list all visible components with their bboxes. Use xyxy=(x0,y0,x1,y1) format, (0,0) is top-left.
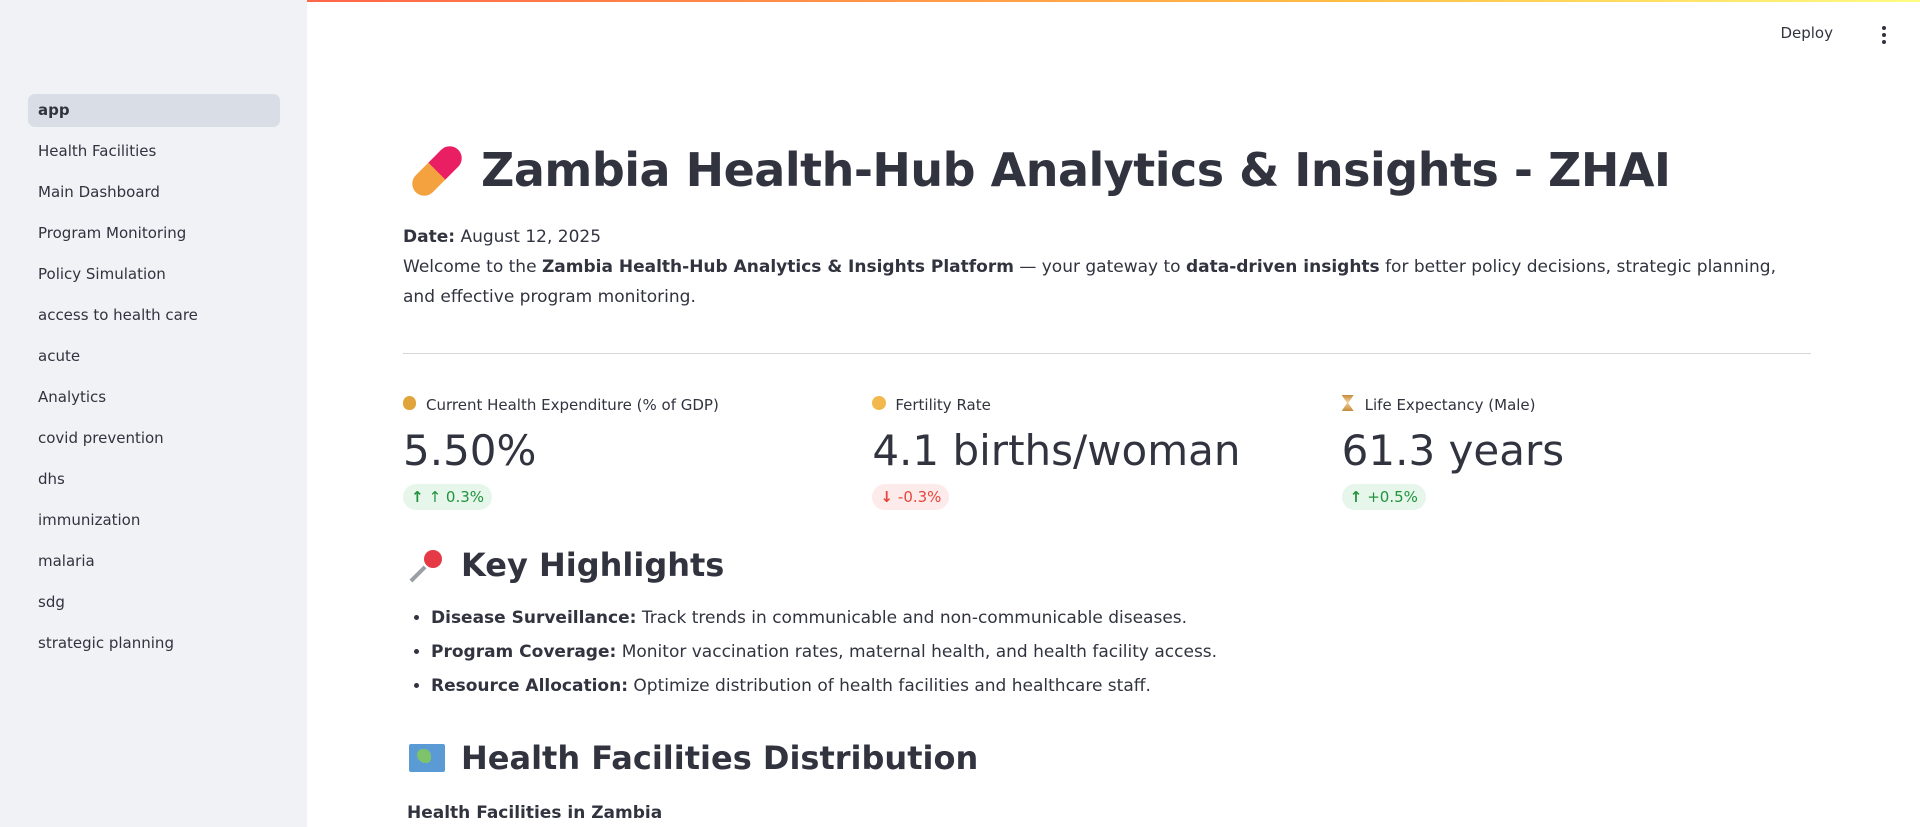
list-item-label: Disease Surveillance: xyxy=(431,608,637,628)
metric-fertility-rate: Fertility Rate 4.1 births/woman ↓ -0.3% xyxy=(872,394,1341,510)
sidebar-item-strategic-planning[interactable]: strategic planning xyxy=(28,627,280,660)
page-title-text: Zambia Health-Hub Analytics & Insights -… xyxy=(481,143,1671,197)
metric-life-expectancy: Life Expectancy (Male) 61.3 years ↑ +0.5… xyxy=(1341,394,1811,510)
pushpin-icon xyxy=(407,548,447,582)
divider xyxy=(403,353,1811,354)
list-item: Resource Allocation: Optimize distributi… xyxy=(431,673,1811,699)
list-item-text: Track trends in communicable and non-com… xyxy=(636,608,1188,628)
metric-delta: ↑ ↑ 0.3% xyxy=(403,484,493,510)
health-facilities-title: Health Facilities Distribution xyxy=(461,739,979,777)
deploy-button[interactable]: Deploy xyxy=(1780,24,1833,42)
metric-value: 4.1 births/woman xyxy=(872,426,1241,475)
date-label: Date: xyxy=(403,227,456,247)
metric-label-text: Life Expectancy (Male) xyxy=(1364,396,1536,414)
sidebar: app Health Facilities Main Dashboard Pro… xyxy=(0,0,307,827)
welcome-text-2: — your gateway to xyxy=(1013,257,1186,277)
sidebar-item-app[interactable]: app xyxy=(28,94,280,127)
hourglass-icon xyxy=(1341,395,1357,415)
sidebar-item-analytics[interactable]: Analytics xyxy=(28,381,280,414)
sidebar-item-health-facilities[interactable]: Health Facilities xyxy=(28,135,280,168)
sidebar-item-acute[interactable]: acute xyxy=(28,340,280,373)
list-item-text: Optimize distribution of health faciliti… xyxy=(628,676,1151,696)
metric-label-text: Current Health Expenditure (% of GDP) xyxy=(426,396,719,414)
sidebar-item-covid-prevention[interactable]: covid prevention xyxy=(28,422,280,455)
sidebar-item-dhs[interactable]: dhs xyxy=(28,463,280,496)
metric-label-text: Fertility Rate xyxy=(895,396,991,414)
metric-delta: ↑ +0.5% xyxy=(1341,484,1426,510)
sidebar-item-main-dashboard[interactable]: Main Dashboard xyxy=(28,176,280,209)
money-bag-icon xyxy=(403,396,418,414)
main-content: Zambia Health-Hub Analytics & Insights -… xyxy=(403,130,1811,823)
list-item-label: Program Coverage: xyxy=(431,642,617,662)
sidebar-item-program-monitoring[interactable]: Program Monitoring xyxy=(28,217,280,250)
baby-icon xyxy=(872,396,887,414)
arrow-down-icon: ↓ xyxy=(880,488,893,506)
sidebar-item-malaria[interactable]: malaria xyxy=(28,545,280,578)
metric-health-expenditure: Current Health Expenditure (% of GDP) 5.… xyxy=(403,394,872,510)
metrics-row: Current Health Expenditure (% of GDP) 5.… xyxy=(403,394,1811,510)
metric-label: Fertility Rate xyxy=(872,394,1341,416)
facilities-subheading: Health Facilities in Zambia xyxy=(407,803,663,823)
sidebar-nav: app Health Facilities Main Dashboard Pro… xyxy=(28,94,280,668)
arrow-up-icon: ↑ xyxy=(1349,488,1363,506)
metric-delta: ↓ -0.3% xyxy=(872,484,950,510)
health-facilities-heading: Health Facilities Distribution xyxy=(407,736,1811,780)
platform-name: Zambia Health-Hub Analytics & Insights P… xyxy=(541,257,1014,277)
metric-value: 5.50% xyxy=(403,426,537,475)
highlights-list: Disease Surveillance: Track trends in co… xyxy=(403,605,1811,699)
sidebar-item-policy-simulation[interactable]: Policy Simulation xyxy=(28,258,280,291)
key-highlights-heading: Key Highlights xyxy=(407,543,1811,587)
date-line: Date: August 12, 2025 xyxy=(403,222,1811,252)
world-map-icon xyxy=(407,744,447,772)
welcome-text-1: Welcome to the xyxy=(403,257,542,277)
metric-label: Life Expectancy (Male) xyxy=(1341,394,1811,416)
list-item-text: Monitor vaccination rates, maternal heal… xyxy=(616,642,1218,662)
metric-delta-text: -0.3% xyxy=(897,488,942,506)
metric-value: 61.3 years xyxy=(1341,426,1565,475)
date-value: August 12, 2025 xyxy=(460,227,602,247)
more-vertical-icon[interactable] xyxy=(1881,25,1887,45)
pill-icon xyxy=(403,142,459,198)
welcome-paragraph: Welcome to the Zambia Health-Hub Analyti… xyxy=(403,252,1811,312)
list-item: Program Coverage: Monitor vaccination ra… xyxy=(431,639,1811,665)
sidebar-item-sdg[interactable]: sdg xyxy=(28,586,280,619)
list-item-label: Resource Allocation: xyxy=(431,676,629,696)
metric-delta-text: +0.5% xyxy=(1367,488,1418,506)
metric-label: Current Health Expenditure (% of GDP) xyxy=(403,394,872,416)
insights-phrase: data-driven insights xyxy=(1185,257,1380,277)
arrow-up-icon: ↑ xyxy=(411,488,424,506)
page-title: Zambia Health-Hub Analytics & Insights -… xyxy=(403,130,1811,210)
key-highlights-title: Key Highlights xyxy=(461,546,725,584)
list-item: Disease Surveillance: Track trends in co… xyxy=(431,605,1811,631)
sidebar-item-immunization[interactable]: immunization xyxy=(28,504,280,537)
metric-delta-text: ↑ 0.3% xyxy=(428,488,485,506)
intro-text: Date: August 12, 2025 Welcome to the Zam… xyxy=(403,222,1811,312)
sidebar-item-access-to-health-care[interactable]: access to health care xyxy=(28,299,280,332)
